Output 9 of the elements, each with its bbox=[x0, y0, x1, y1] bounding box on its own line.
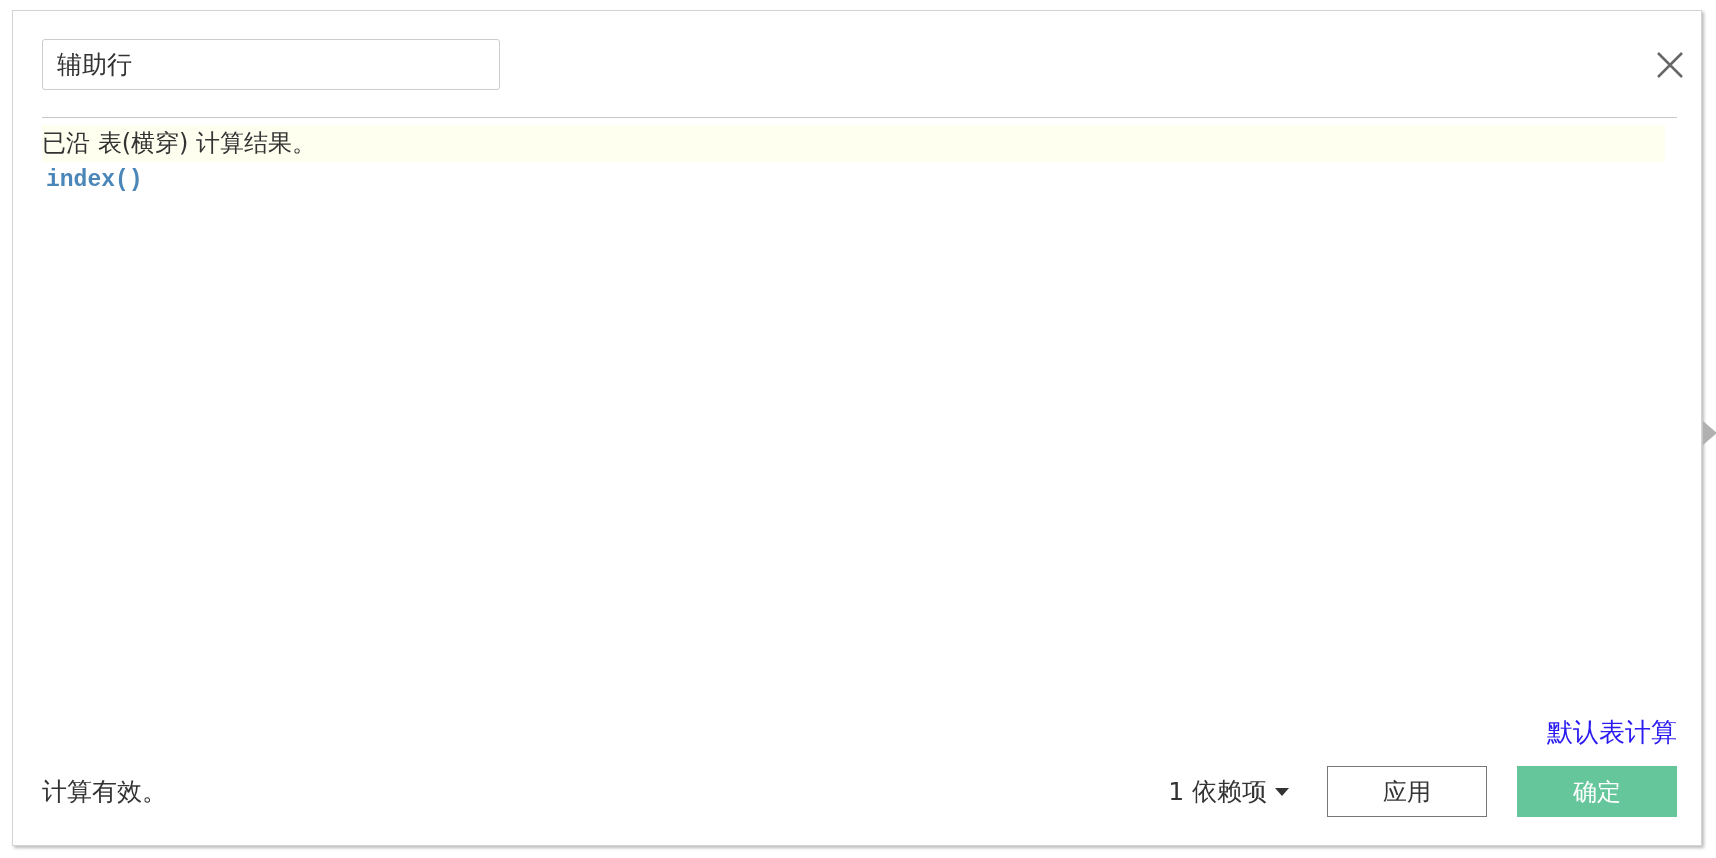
default-table-calculation-link[interactable]: 默认表计算 bbox=[1547, 715, 1677, 750]
formula-text[interactable]: index() bbox=[46, 167, 1677, 193]
name-field[interactable]: 辅助行 bbox=[42, 39, 500, 90]
dependents-dropdown[interactable]: 1 依赖项 bbox=[1168, 775, 1289, 808]
caret-icon bbox=[1275, 787, 1289, 796]
status-text: 计算有效。 bbox=[42, 776, 167, 808]
calculation-notice: 已沿 表(横穿) 计算结果。 bbox=[42, 125, 1665, 162]
close-icon[interactable] bbox=[1655, 49, 1685, 80]
apply-button[interactable]: 应用 bbox=[1327, 766, 1487, 817]
